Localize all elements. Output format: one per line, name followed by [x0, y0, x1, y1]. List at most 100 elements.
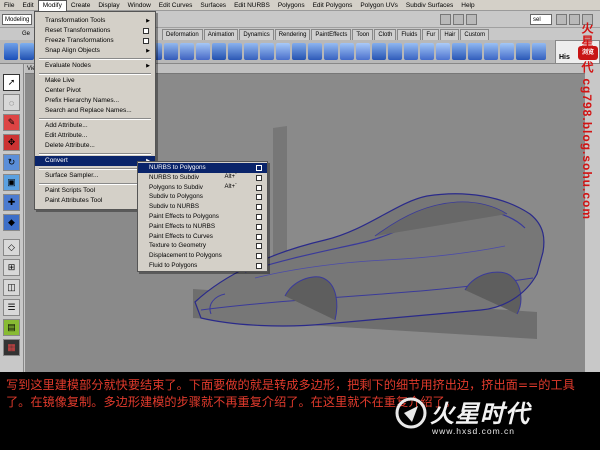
- project-curve-icon[interactable]: [404, 43, 418, 60]
- shelf-tab-general[interactable]: Ge: [22, 28, 30, 40]
- convert-item-paint-effects-to-nurbs[interactable]: Paint Effects to NURBS: [138, 222, 267, 232]
- option-box-icon[interactable]: [256, 253, 262, 260]
- menu-set-selector[interactable]: Modeling: [2, 14, 32, 25]
- option-box-icon[interactable]: [256, 174, 262, 181]
- render-globals-icon[interactable]: [466, 14, 477, 25]
- poly-plane-icon[interactable]: [196, 43, 210, 60]
- birail-icon[interactable]: [340, 43, 354, 60]
- option-box-icon[interactable]: [256, 243, 262, 250]
- bevel-icon[interactable]: [388, 43, 402, 60]
- option-box-icon[interactable]: [256, 194, 262, 201]
- pencil-curve-icon[interactable]: [260, 43, 274, 60]
- select-tool-button[interactable]: ➚: [3, 74, 20, 91]
- nurbs-sphere-icon[interactable]: [4, 43, 18, 60]
- shelf-tab-animation[interactable]: Animation: [203, 29, 239, 40]
- planar-icon[interactable]: [308, 43, 322, 60]
- menu-edit-polygons[interactable]: Edit Polygons: [309, 0, 357, 11]
- shelf-tab-deformation[interactable]: Deformation: [162, 29, 203, 40]
- convert-item-nurbs-to-polygons[interactable]: NURBS to Polygons: [138, 163, 267, 173]
- poly-cylinder-icon[interactable]: [164, 43, 178, 60]
- convert-item-texture-to-geometry[interactable]: Texture to Geometry: [138, 241, 267, 251]
- modify-item-make-live[interactable]: Make Live: [35, 76, 155, 86]
- menu-help[interactable]: Help: [457, 0, 478, 11]
- modify-item-snap-align-objects[interactable]: Snap Align Objects ▶: [35, 46, 155, 56]
- option-box-icon[interactable]: [143, 38, 149, 44]
- shelf-tab-fur[interactable]: Fur: [422, 29, 440, 40]
- manipulator-tool-button[interactable]: ✚: [3, 194, 20, 211]
- extrude-icon[interactable]: [324, 43, 338, 60]
- move-tool-button[interactable]: ✥: [3, 134, 20, 151]
- menu-edit-nurbs[interactable]: Edit NURBS: [230, 0, 274, 11]
- layout-four-button[interactable]: ⊞: [3, 259, 20, 276]
- menu-edit-curves[interactable]: Edit Curves: [155, 0, 197, 11]
- boundary-icon[interactable]: [356, 43, 370, 60]
- soft-mod-tool-button[interactable]: ◆: [3, 214, 20, 231]
- modify-item-edit-attribute[interactable]: Edit Attribute...: [35, 131, 155, 141]
- stitch-icon[interactable]: [500, 43, 514, 60]
- revolve-icon[interactable]: [276, 43, 290, 60]
- ep-curve-tool-icon[interactable]: [244, 43, 258, 60]
- convert-item-paint-effects-to-curves[interactable]: Paint Effects to Curves: [138, 232, 267, 242]
- option-box-icon[interactable]: [256, 214, 262, 220]
- option-box-icon[interactable]: [256, 184, 262, 191]
- shelf-tab-painteffects[interactable]: PaintEffects: [311, 29, 352, 40]
- layout-outliner-button[interactable]: ☰: [3, 299, 20, 316]
- modify-item-delete-attribute[interactable]: Delete Attribute...: [35, 141, 155, 151]
- menu-display[interactable]: Display: [94, 0, 123, 11]
- poly-torus-icon[interactable]: [212, 43, 226, 60]
- shelf-tab-toon[interactable]: Toon: [352, 29, 374, 40]
- option-box-icon[interactable]: [256, 233, 262, 240]
- shelf-tab-hair[interactable]: Hair: [440, 29, 460, 40]
- shelf-tab-fluids[interactable]: Fluids: [397, 29, 422, 40]
- menu-window[interactable]: Window: [124, 0, 155, 11]
- square-surface-icon[interactable]: [372, 43, 386, 60]
- shelf-tab-custom[interactable]: Custom: [460, 29, 490, 40]
- modify-item-center-pivot[interactable]: Center Pivot: [35, 86, 155, 96]
- scale-tool-button[interactable]: ▣: [3, 174, 20, 191]
- poly-cone-icon[interactable]: [180, 43, 194, 60]
- nurbs-cube-icon[interactable]: [20, 43, 34, 60]
- menu-polygons[interactable]: Polygons: [274, 0, 309, 11]
- shelf-tab-dynamics[interactable]: Dynamics: [239, 29, 274, 40]
- convert-item-polygons-to-subdiv[interactable]: Polygons to Subdiv Alt+`: [138, 183, 267, 193]
- layout-hypershade-button[interactable]: ▦: [3, 339, 20, 356]
- quick-select-field[interactable]: sel: [530, 14, 552, 25]
- modify-item-transformation-tools[interactable]: Transformation Tools ▶: [35, 16, 155, 26]
- rebuild-surface-icon[interactable]: [484, 43, 498, 60]
- layout-graph-button[interactable]: ▤: [3, 319, 20, 336]
- menu-create[interactable]: Create: [67, 0, 95, 11]
- convert-item-paint-effects-to-polygons[interactable]: Paint Effects to Polygons: [138, 212, 267, 222]
- menu-modify[interactable]: Modify: [37, 0, 67, 11]
- convert-item-displacement-to-polygons[interactable]: Displacement to Polygons: [138, 251, 267, 261]
- menu-subdiv-surfaces[interactable]: Subdiv Surfaces: [402, 0, 457, 11]
- rotate-tool-button[interactable]: ↻: [3, 154, 20, 171]
- render-icon[interactable]: [440, 14, 451, 25]
- paint-select-tool-button[interactable]: ✎: [3, 114, 20, 131]
- trim-tool-icon[interactable]: [420, 43, 434, 60]
- option-box-icon[interactable]: [256, 223, 262, 230]
- modify-item-freeze-transformations[interactable]: Freeze Transformations: [35, 36, 155, 46]
- modify-item-evaluate-nodes[interactable]: Evaluate Nodes ▶: [35, 61, 155, 71]
- layout-two-button[interactable]: ◫: [3, 279, 20, 296]
- layout-single-button[interactable]: ◇: [3, 239, 20, 256]
- modify-item-reset-transformations[interactable]: Reset Transformations: [35, 26, 155, 36]
- shelf-tab-cloth[interactable]: Cloth: [374, 29, 397, 40]
- menu-polygon-uvs[interactable]: Polygon UVs: [356, 0, 402, 11]
- modify-item-search-and-replace-names[interactable]: Search and Replace Names...: [35, 106, 155, 116]
- convert-item-nurbs-to-subdiv[interactable]: NURBS to Subdiv Alt+`: [138, 173, 267, 183]
- shelf-tab-rendering[interactable]: Rendering: [274, 29, 311, 40]
- surface-fillet-icon[interactable]: [532, 43, 546, 60]
- loft-icon[interactable]: [292, 43, 306, 60]
- modify-item-add-attribute[interactable]: Add Attribute...: [35, 121, 155, 131]
- lasso-tool-button[interactable]: ◌: [3, 94, 20, 111]
- menu-surfaces[interactable]: Surfaces: [196, 0, 230, 11]
- convert-item-subdiv-to-nurbs[interactable]: Subdiv to NURBS: [138, 202, 267, 212]
- attach-surfaces-icon[interactable]: [436, 43, 450, 60]
- convert-item-subdiv-to-polygons[interactable]: Subdiv to Polygons: [138, 192, 267, 202]
- menu-edit[interactable]: Edit: [18, 0, 37, 11]
- cv-curve-tool-icon[interactable]: [228, 43, 242, 60]
- modify-item-prefix-hierarchy-names[interactable]: Prefix Hierarchy Names...: [35, 96, 155, 106]
- convert-item-fluid-to-polygons[interactable]: Fluid to Polygons: [138, 261, 267, 271]
- option-box-icon[interactable]: [256, 204, 262, 211]
- ipr-render-icon[interactable]: [453, 14, 464, 25]
